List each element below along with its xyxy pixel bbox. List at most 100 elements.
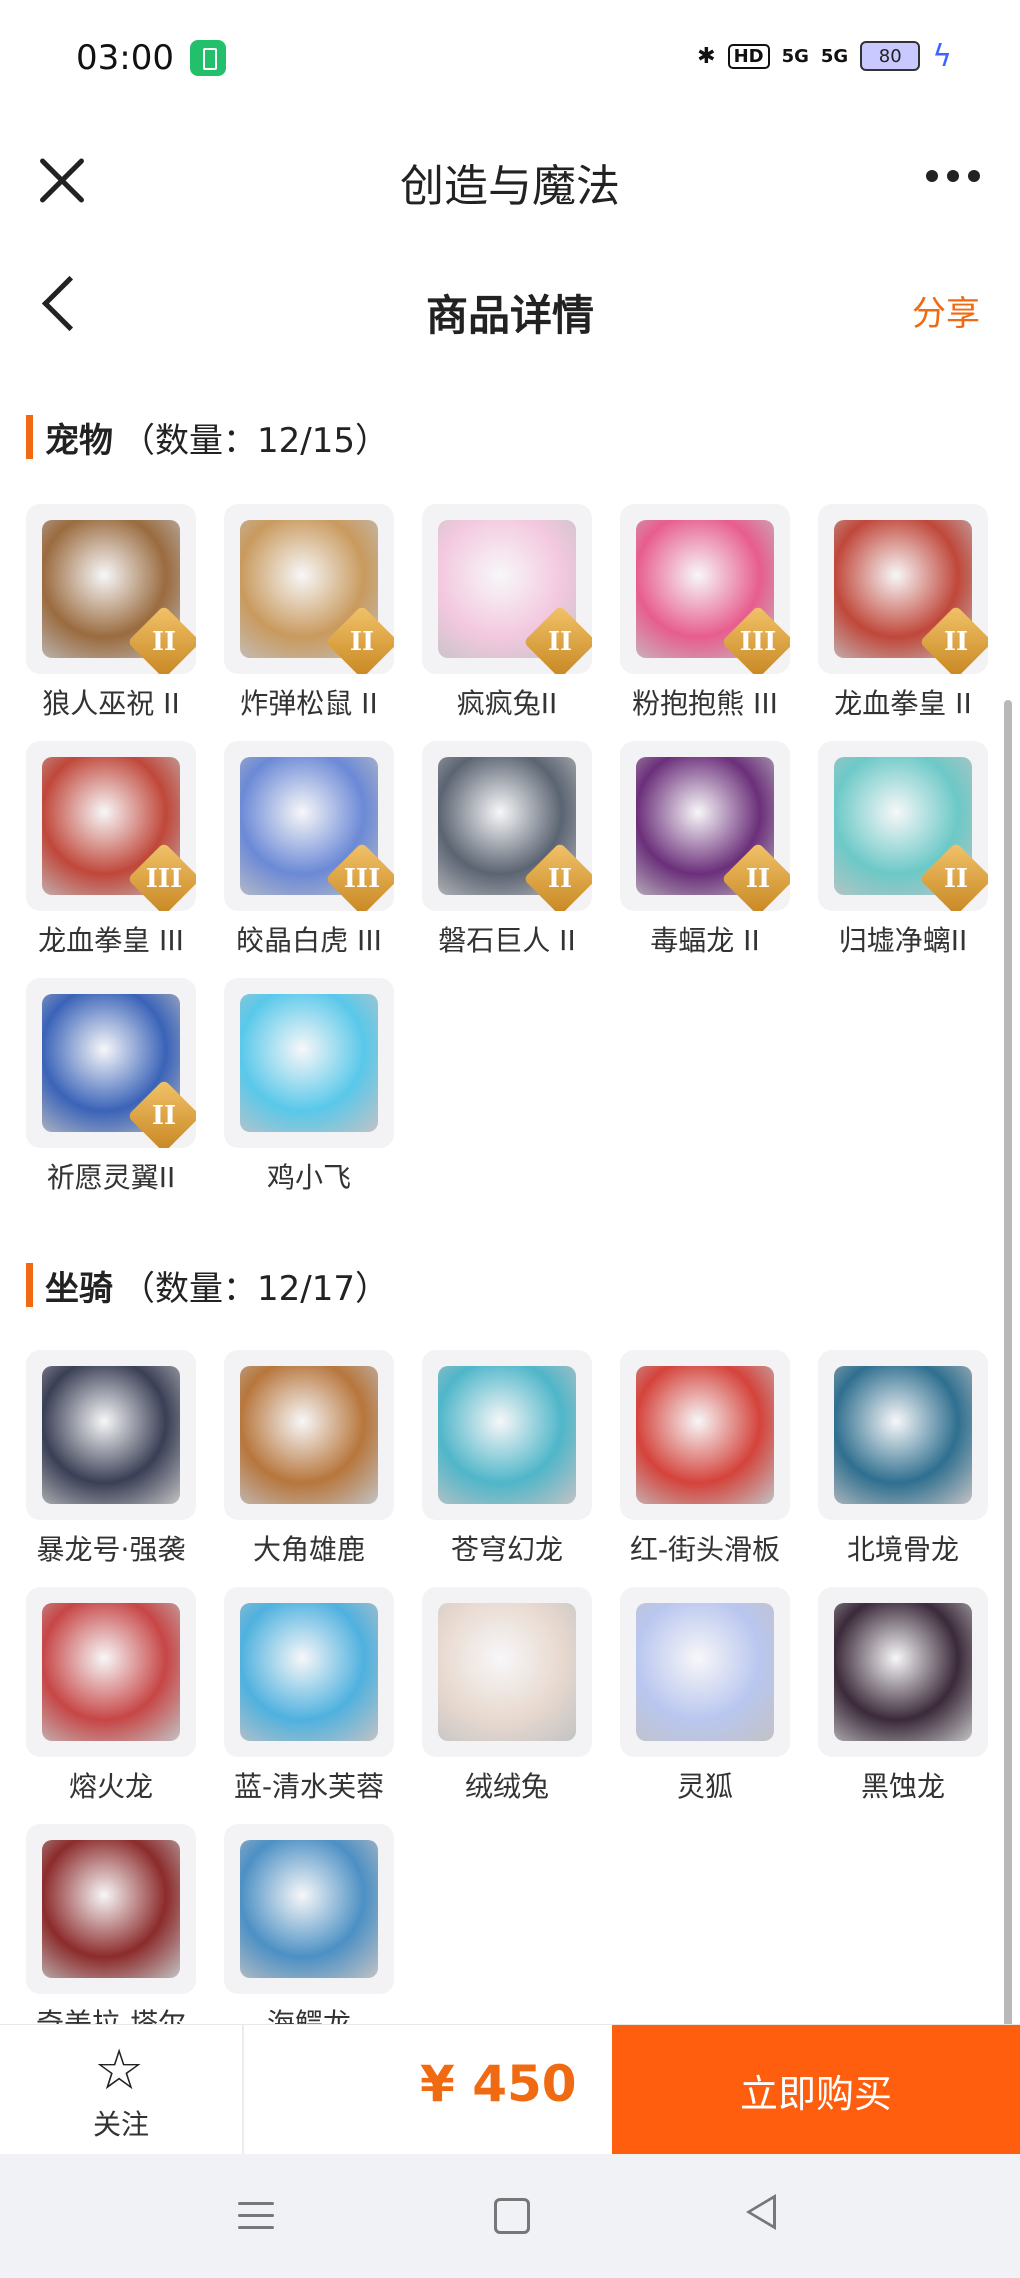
item-art xyxy=(42,1840,180,1978)
tier-label: III xyxy=(739,627,777,657)
item-thumbnail xyxy=(26,1350,196,1520)
tier-label: II xyxy=(943,864,969,894)
grid-item[interactable]: 暴龙号·强袭 xyxy=(26,1350,204,1578)
grid-item[interactable]: 熔火龙 xyxy=(26,1587,204,1815)
item-name: 磐石巨人 II xyxy=(438,924,576,957)
section-accent xyxy=(26,1263,33,1307)
item-thumbnail: II xyxy=(422,741,592,911)
page-title: 商品详情 xyxy=(425,291,594,340)
grid-item[interactable]: II 毒蝠龙 II xyxy=(620,741,798,969)
grid-item[interactable]: II 磐石巨人 II xyxy=(422,741,600,969)
app-header: 创造与魔法 xyxy=(0,118,1020,238)
grid-item[interactable]: 绒绒兔 xyxy=(422,1587,600,1815)
grid-item[interactable]: 红-街头滑板 xyxy=(620,1350,798,1578)
section-name: 坐骑 xyxy=(45,1268,113,1309)
item-art xyxy=(240,1840,378,1978)
tier-label: II xyxy=(547,864,573,894)
signal-1-icon: 5G xyxy=(781,45,809,67)
grid-item[interactable]: 奇美拉-塔尔 xyxy=(26,1824,204,2052)
buy-now-button[interactable]: 立即购买 xyxy=(612,2025,1020,2155)
section-name: 宠物 xyxy=(45,420,113,461)
grid-item[interactable]: 黑蚀龙 xyxy=(818,1587,996,1815)
item-name: 暴龙号·强袭 xyxy=(36,1533,186,1566)
item-art xyxy=(438,1366,576,1504)
grid-item[interactable]: 鸡小飞 xyxy=(224,978,402,1206)
tier-label: III xyxy=(145,864,183,894)
grid-item[interactable]: III 粉抱抱熊 III xyxy=(620,504,798,732)
tier-badge: II xyxy=(325,605,394,674)
grid-item[interactable]: II 狼人巫祝 II xyxy=(26,504,204,732)
item-thumbnail xyxy=(620,1350,790,1520)
system-nav-bar xyxy=(0,2154,1020,2278)
item-thumbnail: II xyxy=(26,978,196,1148)
status-bar: 03:00 ✱ HD 5G 5G 80 ϟ xyxy=(0,0,1020,118)
menu-icon[interactable] xyxy=(238,2202,274,2238)
item-thumbnail: II xyxy=(620,741,790,911)
bluetooth-icon: ✱ xyxy=(697,43,716,69)
item-art xyxy=(636,1366,774,1504)
item-thumbnail: III xyxy=(224,741,394,911)
item-art xyxy=(240,994,378,1132)
item-thumbnail: II xyxy=(818,741,988,911)
section-count: （数量：12/17） xyxy=(121,1268,389,1309)
grid-item[interactable]: 大角雄鹿 xyxy=(224,1350,402,1578)
item-art xyxy=(42,1366,180,1504)
grid-item[interactable]: 海鳄龙 xyxy=(224,1824,402,2052)
follow-button[interactable]: ☆ 关注 xyxy=(0,2025,242,2155)
item-thumbnail: III xyxy=(26,741,196,911)
item-name: 红-街头滑板 xyxy=(629,1533,781,1566)
hd-icon: HD xyxy=(727,43,770,69)
grid-item[interactable]: III 龙血拳皇 III xyxy=(26,741,204,969)
app-title: 创造与魔法 xyxy=(400,161,620,212)
tier-badge: II xyxy=(127,605,196,674)
item-name: 炸弹松鼠 II xyxy=(240,687,378,720)
scrollbar[interactable] xyxy=(1004,700,1012,2060)
tier-badge: III xyxy=(127,842,196,911)
tier-label: II xyxy=(745,864,771,894)
item-thumbnail xyxy=(422,1587,592,1757)
grid-item[interactable]: 苍穹幻龙 xyxy=(422,1350,600,1578)
item-thumbnail: II xyxy=(26,504,196,674)
item-name: 北境骨龙 xyxy=(846,1533,959,1566)
grid-item[interactable]: II 炸弹松鼠 II xyxy=(224,504,402,732)
grid-item[interactable]: III 皎晶白虎 III xyxy=(224,741,402,969)
tier-badge: II xyxy=(919,605,988,674)
item-name: 大角雄鹿 xyxy=(252,1533,365,1566)
grid-item[interactable]: 北境骨龙 xyxy=(818,1350,996,1578)
item-name: 归墟净螭II xyxy=(838,924,968,957)
item-art xyxy=(240,1603,378,1741)
grid-item[interactable]: II 疯疯兔II xyxy=(422,504,600,732)
item-name: 苍穹幻龙 xyxy=(450,1533,563,1566)
item-art xyxy=(42,1603,180,1741)
share-button[interactable]: 分享 xyxy=(912,286,980,335)
item-name: 鸡小飞 xyxy=(266,1161,351,1194)
item-name: 皎晶白虎 III xyxy=(236,924,382,957)
item-name: 熔火龙 xyxy=(68,1770,153,1803)
item-thumbnail xyxy=(224,1824,394,1994)
item-thumbnail: III xyxy=(620,504,790,674)
grid-item[interactable]: 灵狐 xyxy=(620,1587,798,1815)
tier-badge: II xyxy=(523,605,592,674)
item-thumbnail xyxy=(26,1824,196,1994)
grid-item[interactable]: 蓝-清水芙蓉 xyxy=(224,1587,402,1815)
back-triangle-icon[interactable] xyxy=(746,2194,776,2230)
tier-badge: II xyxy=(523,842,592,911)
price: ¥ 450 xyxy=(420,2055,577,2113)
grid-item[interactable]: II 龙血拳皇 II xyxy=(818,504,996,732)
tier-label: II xyxy=(547,627,573,657)
grid-item[interactable]: II 祈愿灵翼II xyxy=(26,978,204,1206)
tier-label: II xyxy=(151,627,177,657)
tier-label: III xyxy=(343,864,381,894)
more-icon[interactable] xyxy=(926,170,980,182)
item-name: 毒蝠龙 II xyxy=(650,924,760,957)
item-thumbnail: II xyxy=(224,504,394,674)
home-icon[interactable] xyxy=(494,2198,530,2234)
item-name: 龙血拳皇 III xyxy=(38,924,184,957)
item-name: 绒绒兔 xyxy=(464,1770,549,1803)
follow-label: 关注 xyxy=(92,2108,149,2141)
tier-badge: II xyxy=(127,1079,196,1148)
item-art xyxy=(240,1366,378,1504)
section-count: （数量：12/15） xyxy=(121,420,389,461)
grid-item[interactable]: II 归墟净螭II xyxy=(818,741,996,969)
item-thumbnail: II xyxy=(422,504,592,674)
